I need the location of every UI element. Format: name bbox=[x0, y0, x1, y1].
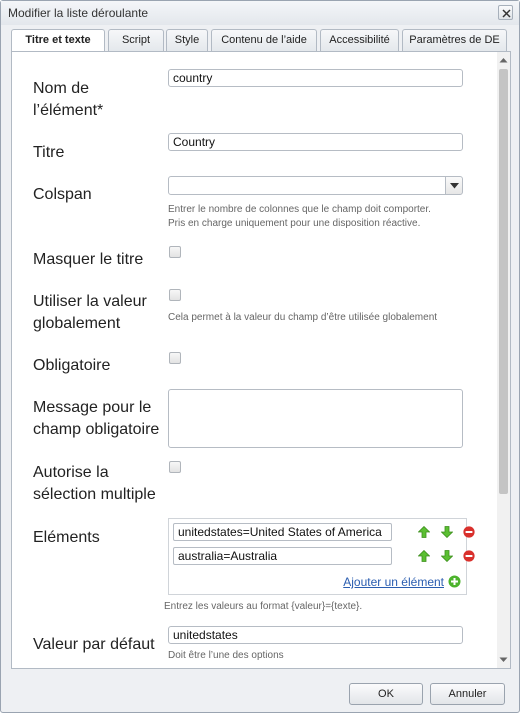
tab-help-content[interactable]: Contenu de l’aide bbox=[211, 29, 317, 51]
default-value-hint: Doit être l’une des options bbox=[168, 650, 284, 661]
hide-title-label: Masquer le titre bbox=[33, 251, 144, 268]
colspan-field[interactable] bbox=[168, 176, 446, 195]
multi-select-label: Autorise la sélection multiple bbox=[33, 464, 156, 503]
cancel-button[interactable]: Annuler bbox=[430, 683, 505, 705]
required-checkbox[interactable] bbox=[169, 352, 181, 364]
move-up-icon[interactable] bbox=[418, 550, 430, 562]
colspan-label: Colspan bbox=[33, 186, 92, 203]
chevron-down-icon bbox=[450, 183, 459, 189]
move-down-icon[interactable] bbox=[441, 526, 453, 538]
name-label: Nom de l’élément* bbox=[33, 80, 104, 119]
vertical-scrollbar[interactable] bbox=[497, 52, 510, 668]
required-message-textarea[interactable] bbox=[168, 389, 463, 448]
form-scroll-area: Nom de l’élément* country Titre Country … bbox=[12, 52, 497, 668]
items-label: Eléments bbox=[33, 529, 100, 546]
add-item-link[interactable]: Ajouter un élément bbox=[343, 575, 444, 589]
close-button[interactable] bbox=[498, 5, 513, 20]
colspan-dropdown-button[interactable] bbox=[445, 176, 463, 195]
title-label: Titre bbox=[33, 144, 65, 161]
hide-title-checkbox[interactable] bbox=[169, 246, 181, 258]
colspan-combo bbox=[168, 176, 463, 195]
scrollbar-thumb[interactable] bbox=[499, 69, 508, 494]
use-globally-checkbox[interactable] bbox=[169, 289, 181, 301]
default-value-label: Valeur par défaut bbox=[33, 636, 155, 653]
use-globally-label: Utiliser la valeur globalement bbox=[33, 293, 147, 332]
form-panel: Nom de l’élément* country Titre Country … bbox=[11, 51, 511, 669]
items-hint: Entrez les valeurs au format {valeur}={t… bbox=[164, 601, 363, 612]
remove-item-icon[interactable] bbox=[463, 550, 475, 562]
colspan-hint: Entrer le nombre de colonnes que le cham… bbox=[168, 204, 431, 229]
required-message-label: Message pour le champ obligatoire bbox=[33, 399, 160, 438]
move-down-icon[interactable] bbox=[441, 550, 453, 562]
required-label: Obligatoire bbox=[33, 357, 111, 374]
name-field[interactable]: country bbox=[168, 69, 463, 87]
items-multifield: unitedstates=United States of America au… bbox=[168, 518, 475, 595]
use-globally-hint: Cela permet à la valeur du champ d’être … bbox=[168, 312, 438, 323]
dialog-titlebar[interactable]: Modifier la liste déroulante bbox=[1, 1, 519, 25]
item-field[interactable]: unitedstates=United States of America bbox=[173, 523, 392, 541]
ok-button[interactable]: OK bbox=[349, 683, 423, 705]
default-value-field[interactable]: unitedstates bbox=[168, 626, 463, 644]
remove-item-icon[interactable] bbox=[463, 526, 475, 538]
tab-strip: Titre et texte Script Style Contenu de l… bbox=[11, 29, 511, 52]
add-item-icon[interactable] bbox=[448, 575, 461, 588]
move-up-icon[interactable] bbox=[418, 526, 430, 538]
tab-title-and-text[interactable]: Titre et texte bbox=[11, 29, 105, 52]
tab-script[interactable]: Script bbox=[108, 29, 164, 51]
scroll-up-icon[interactable] bbox=[499, 56, 508, 65]
title-field[interactable]: Country bbox=[168, 133, 463, 151]
multi-select-checkbox[interactable] bbox=[169, 461, 181, 473]
dialog-title: Modifier la liste déroulante bbox=[8, 6, 149, 20]
tab-accessibility[interactable]: Accessibilité bbox=[320, 29, 399, 51]
scroll-down-icon[interactable] bbox=[499, 655, 508, 664]
close-icon bbox=[502, 9, 511, 18]
item-field[interactable]: australia=Australia bbox=[173, 547, 392, 565]
tab-de-settings[interactable]: Paramètres de DE bbox=[402, 29, 507, 51]
edit-dropdown-dialog: Modifier la liste déroulante Titre et te… bbox=[0, 0, 520, 713]
tab-style[interactable]: Style bbox=[166, 29, 208, 51]
